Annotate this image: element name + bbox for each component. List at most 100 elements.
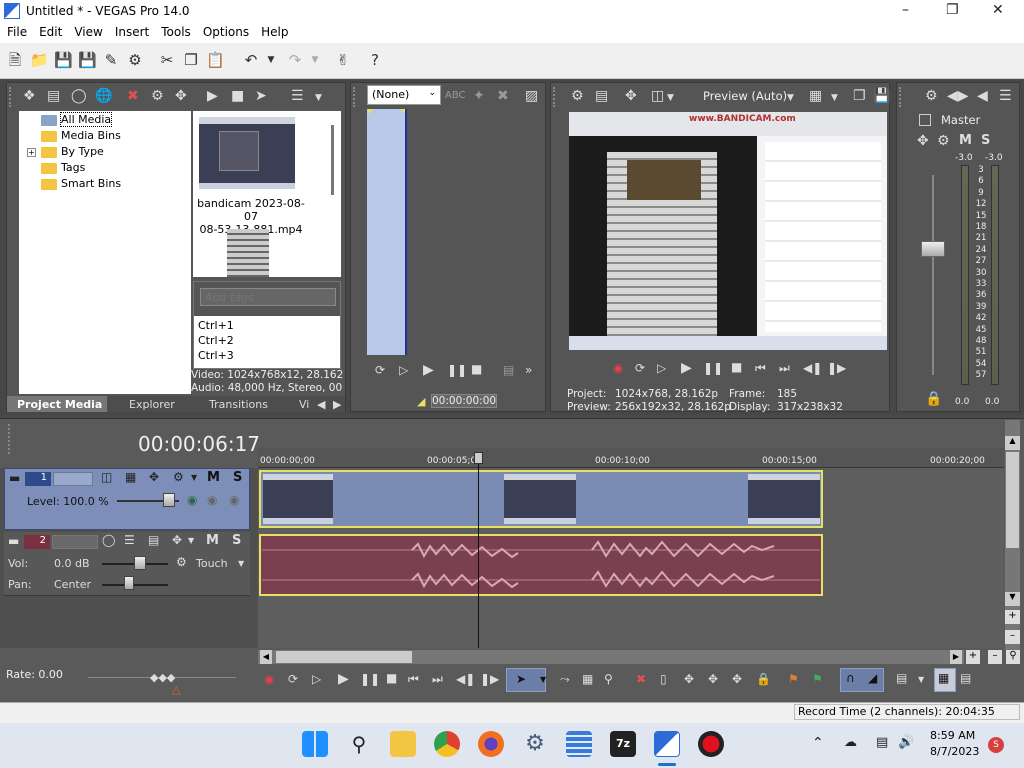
maximize-icon[interactable]: ❐ [946,2,959,18]
playhead-handle[interactable] [474,452,483,464]
tl-go-start-icon[interactable]: ⏮ [408,672,419,687]
track-motion-icon[interactable]: ✥ [149,470,159,484]
redo-icon[interactable]: ↷ [286,51,304,69]
settings-icon[interactable]: ⚙ [522,731,548,757]
vegas-taskbar-icon[interactable] [654,731,680,757]
preview-pause-icon[interactable]: ❚❚ [703,361,723,375]
tree-item-all-media[interactable]: All Media [41,112,113,127]
prev-frame-icon[interactable]: ◀❚ [803,361,822,375]
preview-stop-icon[interactable]: ■ [731,360,742,374]
tree-item-media-bins[interactable]: Media Bins [41,129,121,142]
master-fader-handle[interactable] [921,241,945,257]
playhead[interactable] [478,452,479,648]
remove-region-icon[interactable]: ✦ [473,88,485,104]
split-screen-icon[interactable]: ✥ [625,88,637,104]
zoom-in-icon[interactable]: + [1005,610,1020,624]
trim-start-icon[interactable]: ✥ [684,672,694,686]
shortcut-ctrl1[interactable]: Ctrl+1 [198,318,336,333]
get-media-icon[interactable]: ◯ [71,88,87,104]
record-icon[interactable]: ◉ [613,361,623,375]
views-dropdown-icon[interactable]: ▼ [315,90,322,106]
views-icon[interactable]: ☰ [291,88,304,104]
track1-mute-button[interactable]: M [207,470,220,485]
tl-go-end-icon[interactable]: ⏭ [432,672,443,687]
loop-icon[interactable]: ⟳ [375,363,385,377]
plugin-icon[interactable]: ✌ [334,51,352,69]
tl-next-frame-icon[interactable]: ❚▶ [480,672,499,686]
track-mask-icon[interactable]: ◉ [207,493,217,507]
insert-marker-icon[interactable]: ⚑ [788,672,799,686]
tl-play-from-start-icon[interactable]: ▷ [312,672,321,686]
timeline-vscroll[interactable]: ▲ ▼ + – [1005,420,1020,650]
firefox-icon[interactable] [478,731,504,757]
menu-view[interactable]: View [67,22,107,39]
tab-explorer[interactable]: Explorer [129,398,175,411]
selection-tool-icon[interactable]: ▦ [582,672,593,686]
automation-mode-dropdown-icon[interactable]: ▼ [238,559,244,568]
preview-properties-icon[interactable]: ⚙ [571,88,584,104]
trim-tool-icon[interactable]: ▯ [660,672,667,686]
external-monitor-icon[interactable]: ▤ [595,88,608,104]
trimmer-select[interactable]: (None) ⌄ [367,85,441,105]
parent-icon[interactable]: ▦ [125,470,136,484]
track-fx-dropdown-icon[interactable]: ▼ [191,473,197,482]
track2-pan-icon[interactable]: ✥ [172,533,182,547]
trimmer-timeline[interactable] [367,109,407,355]
ignore-grouping-icon[interactable]: ▤ [960,671,971,685]
import-icon[interactable]: ❖ [23,88,36,104]
preview-quality[interactable]: Preview (Auto) [703,89,787,103]
go-to-start-icon[interactable]: ⏮ [755,361,766,376]
undo-dropdown-icon[interactable]: ▼ [262,51,280,69]
delete-icon[interactable]: ✖ [497,88,509,104]
cut-icon[interactable]: ✂ [158,51,176,69]
track2-pan-dropdown-icon[interactable]: ▼ [188,536,194,545]
copy-snapshot-icon[interactable]: ❐ [853,88,866,104]
go-to-end-icon[interactable]: ⏭ [779,361,790,376]
video-track-header[interactable]: ▬ 1 ◫ ▦ ✥ ⚙ ▼ M S Level: 100.0 % ◉ ◉ ◉ [4,468,250,530]
network-icon[interactable]: ☁ [844,735,857,750]
shortcut-ctrl2[interactable]: Ctrl+2 [198,333,336,348]
close-icon[interactable]: ✕ [992,2,1004,18]
envelope-tool-icon[interactable]: ⤳ [560,672,570,687]
media-thumbnail-2[interactable] [227,229,269,277]
tl-record-icon[interactable]: ◉ [264,672,274,686]
track-collapse-icon[interactable]: ▬ [9,471,20,485]
capture-icon[interactable]: ▤ [47,88,60,104]
shortcut-ctrl3[interactable]: Ctrl+3 [198,348,336,363]
edit-tool-dropdown-icon[interactable]: ▼ [540,675,546,684]
master-properties-icon[interactable]: ⚙ [925,88,938,104]
master-solo-button[interactable]: S [981,133,990,148]
track-fx-icon[interactable]: ⚙ [173,470,184,484]
notepad-icon[interactable] [566,731,592,757]
save-snapshot-icon[interactable]: 💾 [873,88,890,104]
hscroll-thumb[interactable] [276,651,412,663]
7zip-icon[interactable]: 7z [610,731,636,757]
tl-prev-frame-icon[interactable]: ◀❚ [456,672,475,686]
preview-play-icon[interactable]: ▶ [681,360,692,376]
vol-slider-handle[interactable] [134,556,146,570]
tl-delete-icon[interactable]: ✖ [636,672,646,686]
touch-mode-icon[interactable]: ⚙ [176,555,187,569]
start-icon[interactable] [302,731,328,757]
taskbar-search-icon[interactable]: ⚲ [346,731,372,757]
new-icon[interactable]: 🗎 [6,51,24,69]
grid-icon[interactable]: ▦ [809,88,822,104]
media-fx-icon[interactable]: ⚙ [151,88,164,104]
more-icon[interactable]: » [525,363,532,377]
play-from-start-icon[interactable]: ▷ [399,363,408,377]
mixer-icon[interactable]: ☰ [999,88,1012,104]
snap-icon[interactable]: ✥ [175,88,187,104]
level-slider-handle[interactable] [163,493,175,507]
ripple-icon[interactable]: ▤ [896,671,907,685]
overlay-icon[interactable]: ▤ [503,363,514,377]
overlays-icon[interactable]: ◫ [651,88,664,104]
preview-play-from-start-icon[interactable]: ▷ [657,361,666,375]
split-icon[interactable]: ✥ [732,672,742,686]
bandicam-icon[interactable] [698,731,724,757]
invert-phase-icon[interactable]: ☰ [124,533,135,547]
paste-icon[interactable]: 📋 [206,51,225,69]
timeline-hscroll[interactable]: ◀ ▶ [258,650,964,664]
redo-dropdown-icon[interactable]: ▼ [306,51,324,69]
hzoom-in-icon[interactable]: + [966,650,980,664]
arm-record-icon[interactable]: ◯ [102,533,115,547]
